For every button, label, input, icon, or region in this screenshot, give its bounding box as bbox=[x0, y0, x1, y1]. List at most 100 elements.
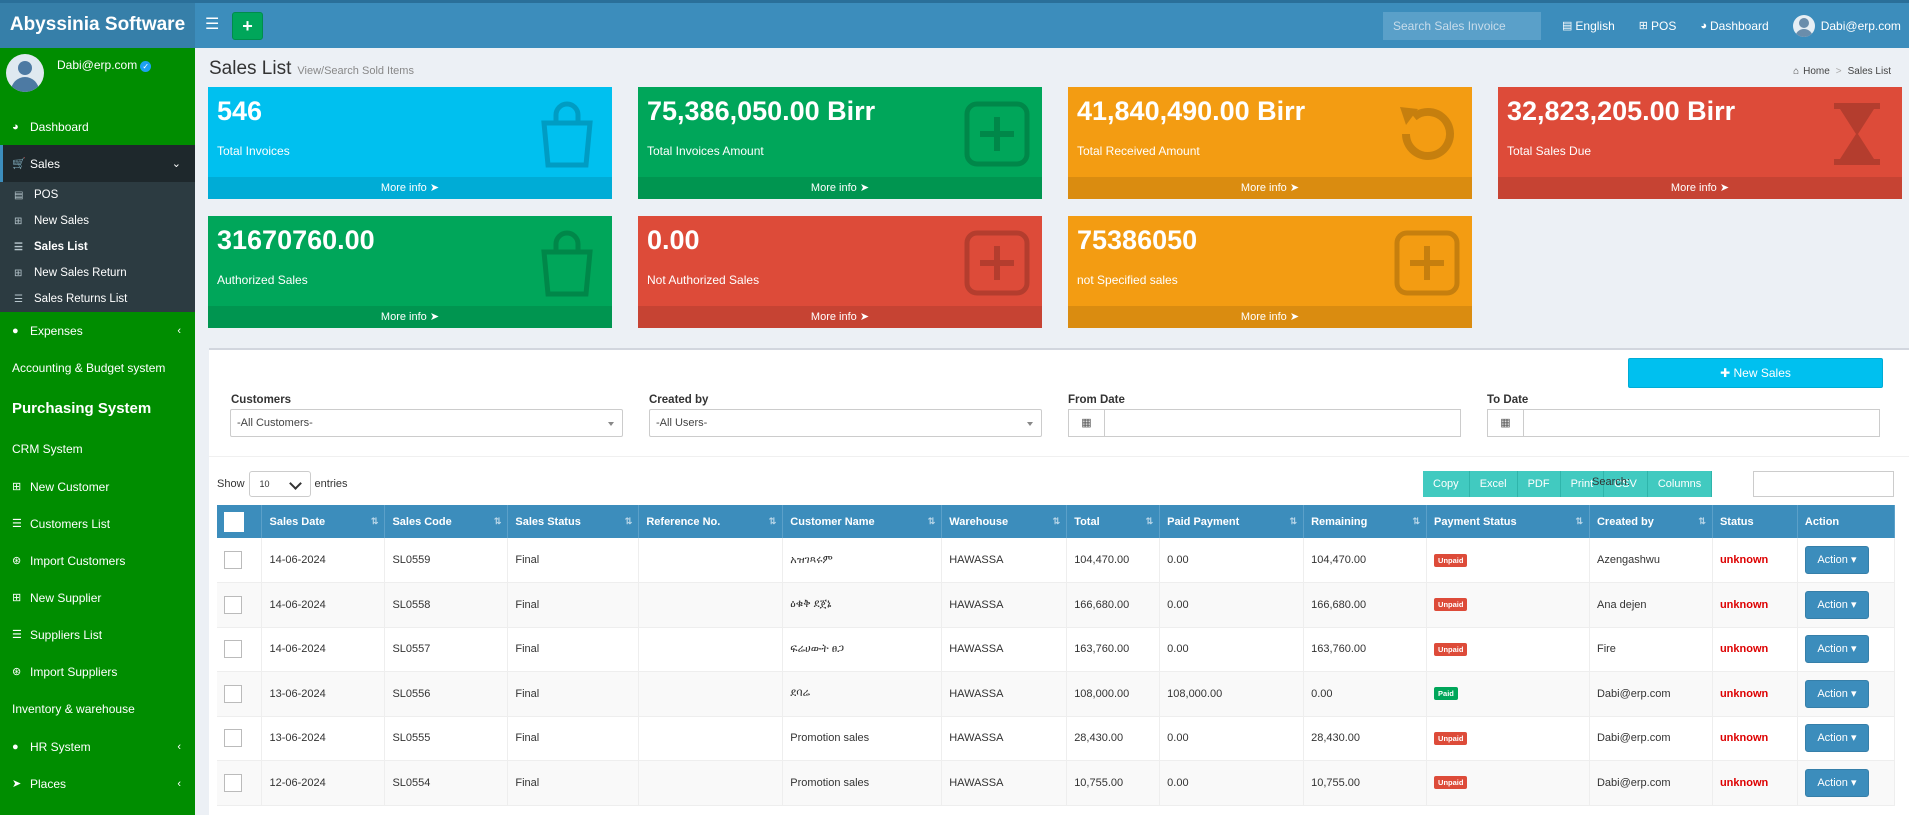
page-length-select[interactable]: 10 bbox=[248, 471, 311, 497]
submenu-item-new-sales[interactable]: ⊞ New Sales bbox=[0, 208, 195, 234]
table-search-input[interactable] bbox=[1753, 471, 1894, 497]
row-checkbox[interactable] bbox=[224, 551, 242, 569]
cell-total: 10,755.00 bbox=[1066, 760, 1161, 806]
cell-remaining: 163,760.00 bbox=[1303, 627, 1428, 672]
column-header-sales-status[interactable]: Sales Status ⇅ bbox=[507, 505, 640, 538]
column-header-customer-name[interactable]: Customer Name ⇅ bbox=[782, 505, 943, 538]
info-box-not-specified-sales: 75386050 not Specified sales More info ➤ bbox=[1068, 216, 1472, 328]
row-checkbox[interactable] bbox=[224, 684, 242, 703]
sidebar-item-crm[interactable]: CRM System bbox=[0, 430, 195, 468]
pos-link[interactable]: ⊞ POS bbox=[1639, 19, 1677, 33]
more-info-link[interactable]: More info ➤ bbox=[1068, 177, 1472, 199]
more-info-link[interactable]: More info ➤ bbox=[208, 177, 612, 199]
column-header-payment-status[interactable]: Payment Status ⇅ bbox=[1426, 505, 1590, 538]
pdf-button[interactable]: PDF bbox=[1517, 471, 1561, 497]
cell-remaining: 166,680.00 bbox=[1303, 582, 1428, 628]
sidebar-item-accounting[interactable]: Accounting & Budget system bbox=[0, 349, 195, 387]
sidebar-item-hr[interactable]: ● HR System ‹ bbox=[0, 728, 195, 765]
sidebar-item-expenses[interactable]: ● Expenses ‹ bbox=[0, 312, 195, 349]
user-menu[interactable]: Dabi@erp.com bbox=[1792, 14, 1901, 37]
action-dropdown-button[interactable]: Action ▾ bbox=[1804, 546, 1869, 574]
copy-button[interactable]: Copy bbox=[1423, 471, 1470, 497]
sidebar-toggle-icon[interactable]: ☰ bbox=[205, 15, 219, 35]
cell-paid: 0.00 bbox=[1159, 538, 1305, 583]
dashboard-icon: ◕ bbox=[12, 120, 19, 133]
quick-add-button[interactable]: + bbox=[232, 12, 263, 40]
more-info-link[interactable]: More info ➤ bbox=[1498, 177, 1902, 199]
row-checkbox[interactable] bbox=[224, 595, 242, 614]
sidebar-item-new-customer[interactable]: ⊞ New Customer bbox=[0, 468, 195, 505]
customers-select[interactable]: -All Customers- bbox=[230, 409, 623, 437]
sidebar-item-purchasing[interactable]: Purchasing System bbox=[0, 387, 195, 430]
submenu-item-pos[interactable]: ▤ POS bbox=[0, 182, 195, 208]
column-header-total[interactable]: Total ⇅ bbox=[1066, 505, 1161, 538]
from-date-input[interactable]: ▦ bbox=[1068, 409, 1461, 437]
row-checkbox[interactable] bbox=[224, 773, 242, 792]
new-sales-button[interactable]: ✚ New Sales bbox=[1628, 358, 1883, 388]
more-info-link[interactable]: More info ➤ bbox=[638, 306, 1042, 328]
sort-icon: ⇅ bbox=[493, 516, 502, 526]
sidebar-item-import-suppliers[interactable]: ⊛ Import Suppliers bbox=[0, 653, 195, 690]
more-info-link[interactable]: More info ➤ bbox=[638, 177, 1042, 199]
avatar bbox=[6, 54, 44, 92]
sidebar-item-customers-list[interactable]: ☰ Customers List bbox=[0, 505, 195, 542]
column-header-reference-no[interactable]: Reference No. ⇅ bbox=[638, 505, 784, 538]
row-checkbox[interactable] bbox=[224, 640, 242, 659]
search-invoice-input[interactable] bbox=[1383, 12, 1541, 40]
action-dropdown-button[interactable]: Action ▾ bbox=[1804, 724, 1869, 753]
top-nav-links: ▤ English ⊞ POS ◕ Dashboard Dabi@erp.com bbox=[1562, 3, 1909, 48]
to-date-input[interactable]: ▦ bbox=[1487, 409, 1880, 437]
cell-code: SL0556 bbox=[384, 671, 509, 717]
column-header-remaining[interactable]: Remaining ⇅ bbox=[1303, 505, 1428, 538]
more-info-link[interactable]: More info ➤ bbox=[208, 306, 612, 328]
columns-button[interactable]: Columns bbox=[1647, 471, 1713, 497]
action-dropdown-button[interactable]: Action ▾ bbox=[1804, 679, 1869, 708]
row-select-cell bbox=[217, 627, 263, 672]
cell-total: 104,470.00 bbox=[1066, 538, 1161, 583]
column-header-warehouse[interactable]: Warehouse ⇅ bbox=[941, 505, 1068, 538]
row-checkbox[interactable] bbox=[224, 729, 242, 748]
arrow-circle-right-icon: ➤ bbox=[859, 182, 870, 194]
column-header-sales-code[interactable]: Sales Code ⇅ bbox=[384, 505, 509, 538]
sidebar-item-places[interactable]: ➤ Places ‹ bbox=[0, 765, 195, 802]
sidebar-item-sales[interactable]: 🛒 Sales ⌄ bbox=[0, 145, 195, 182]
dashboard-link[interactable]: ◕ Dashboard bbox=[1700, 19, 1768, 33]
action-dropdown-button[interactable]: Action ▾ bbox=[1804, 635, 1869, 664]
plus-square-icon: ⊞ bbox=[14, 267, 23, 279]
cell-warehouse: HAWASSA bbox=[941, 582, 1068, 628]
sidebar-item-import-customers[interactable]: ⊛ Import Customers bbox=[0, 542, 195, 579]
status-text: unknown bbox=[1719, 598, 1769, 611]
cell-action: Action ▾ bbox=[1797, 671, 1896, 717]
action-label: Action bbox=[1817, 687, 1848, 700]
sidebar-item-new-supplier[interactable]: ⊞ New Supplier bbox=[0, 579, 195, 616]
sidebar-item-suppliers-list[interactable]: ☰ Suppliers List bbox=[0, 616, 195, 653]
sidebar-item-label: Import Customers bbox=[30, 553, 126, 568]
submenu-item-sales-returns-list[interactable]: ☰ Sales Returns List bbox=[0, 286, 195, 312]
column-header-created-by[interactable]: Created by ⇅ bbox=[1589, 505, 1713, 538]
action-dropdown-button[interactable]: Action ▾ bbox=[1804, 590, 1869, 619]
excel-button[interactable]: Excel bbox=[1469, 471, 1518, 497]
language-link[interactable]: ▤ English bbox=[1562, 19, 1615, 33]
breadcrumb-home[interactable]: Home bbox=[1803, 66, 1830, 77]
info-box-label: Total Sales Due bbox=[1507, 144, 1592, 158]
select-all-checkbox[interactable] bbox=[224, 511, 244, 532]
shopping-bag-icon bbox=[541, 230, 593, 297]
submenu-item-sales-list[interactable]: ☰ Sales List bbox=[0, 234, 195, 260]
app-logo[interactable]: Abyssinia Software bbox=[0, 3, 195, 48]
cell-date: 13-06-2024 bbox=[261, 716, 386, 761]
submenu-item-new-sales-return[interactable]: ⊞ New Sales Return bbox=[0, 260, 195, 286]
column-header-status[interactable]: Status bbox=[1712, 505, 1798, 538]
action-label: Action bbox=[1817, 776, 1848, 789]
more-info-link[interactable]: More info ➤ bbox=[1068, 306, 1472, 328]
action-dropdown-button[interactable]: Action ▾ bbox=[1804, 768, 1869, 797]
created-by-select[interactable]: -All Users- bbox=[649, 409, 1042, 437]
cell-ref bbox=[638, 627, 784, 672]
sidebar-item-label: Expenses bbox=[30, 323, 83, 338]
column-header-sales-date[interactable]: Sales Date ⇅ bbox=[261, 505, 386, 538]
column-header-paid-payment[interactable]: Paid Payment ⇅ bbox=[1159, 505, 1305, 538]
sidebar-item-dashboard[interactable]: ◕ Dashboard bbox=[0, 108, 195, 145]
entries-label: entries bbox=[314, 478, 348, 490]
cell-status: Final bbox=[507, 671, 640, 717]
info-box-value: 75,386,050.00 Birr bbox=[647, 96, 876, 126]
sidebar-item-inventory[interactable]: Inventory & warehouse bbox=[0, 690, 195, 728]
